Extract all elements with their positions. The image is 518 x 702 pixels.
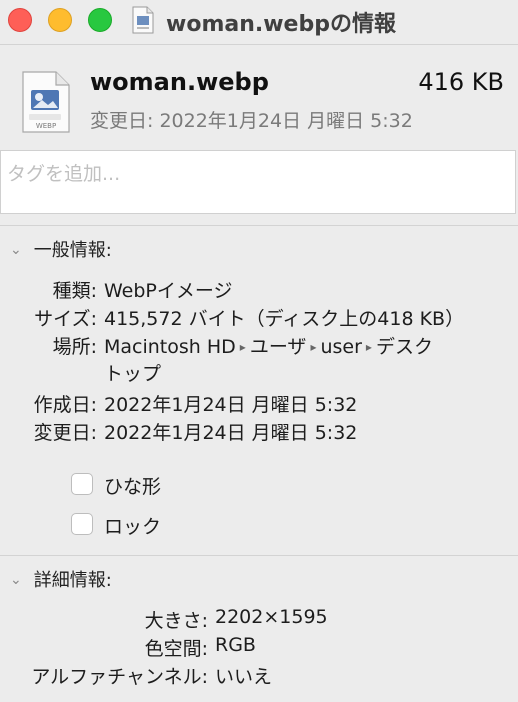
window-title: woman.webpの情報 [166,12,396,37]
chevron-down-icon: ⌄ [10,572,22,588]
locked-checkbox[interactable] [71,513,93,535]
section-more-info-toggle[interactable]: ⌄ 詳細情報: [10,566,112,592]
title-bar: woman.webpの情報 [0,0,518,44]
color-space-value: RGB [215,634,256,656]
created-label: 作成日: [33,394,97,416]
file-name: woman.webp [90,68,269,96]
where-path: Macintosh HD ▸ ユーザ ▸ user ▸ デスク [104,332,433,359]
dimensions-label: 大きさ: [144,610,208,632]
document-icon [132,6,154,34]
divider [0,44,518,45]
where-label: 場所: [52,336,97,358]
zoom-button[interactable] [88,8,112,32]
modified-label: 変更日: [33,422,97,444]
tags-input[interactable]: タグを追加... [0,150,516,214]
alpha-value: いいえ [215,666,273,688]
stationery-label: ひな形 [104,476,162,498]
path-segment[interactable]: user [320,336,361,358]
stationery-checkbox[interactable] [71,473,93,495]
tags-placeholder: タグを追加... [7,163,121,185]
created-value: 2022年1月24日 月曜日 5:32 [104,394,358,416]
color-space-label: 色空間: [144,638,208,660]
path-segment[interactable]: デスク [376,336,433,358]
size-label: サイズ: [34,308,97,330]
webp-file-icon: WEBP [22,71,70,133]
divider [0,555,518,556]
section-general-heading: 一般情報: [33,240,112,261]
path-arrow-icon: ▸ [365,340,372,354]
path-segment[interactable]: Macintosh HD [104,336,236,358]
path-arrow-icon: ▸ [239,340,246,354]
icon-label: WEBP [36,122,56,130]
chevron-down-icon: ⌄ [10,242,22,258]
dimensions-value: 2202×1595 [215,606,328,628]
locked-label: ロック [104,516,162,538]
section-more-info-heading: 詳細情報: [33,570,112,591]
close-button[interactable] [8,8,32,32]
section-general-toggle[interactable]: ⌄ 一般情報: [10,236,112,262]
path-arrow-icon: ▸ [310,340,317,354]
modified-value: 2022年1月24日 月曜日 5:32 [104,422,358,444]
divider [0,225,518,226]
kind-label: 種類: [52,280,97,302]
where-path-continued: トップ [104,363,162,385]
file-size: 416 KB [418,68,504,96]
minimize-button[interactable] [48,8,72,32]
path-segment[interactable]: ユーザ [250,336,307,358]
alpha-label: アルファチャンネル: [31,666,208,688]
header-modified-date: 変更日: 2022年1月24日 月曜日 5:32 [90,110,413,132]
kind-value: WebPイメージ [104,280,233,302]
size-value: 415,572 バイト（ディスク上の418 KB） [104,308,465,330]
